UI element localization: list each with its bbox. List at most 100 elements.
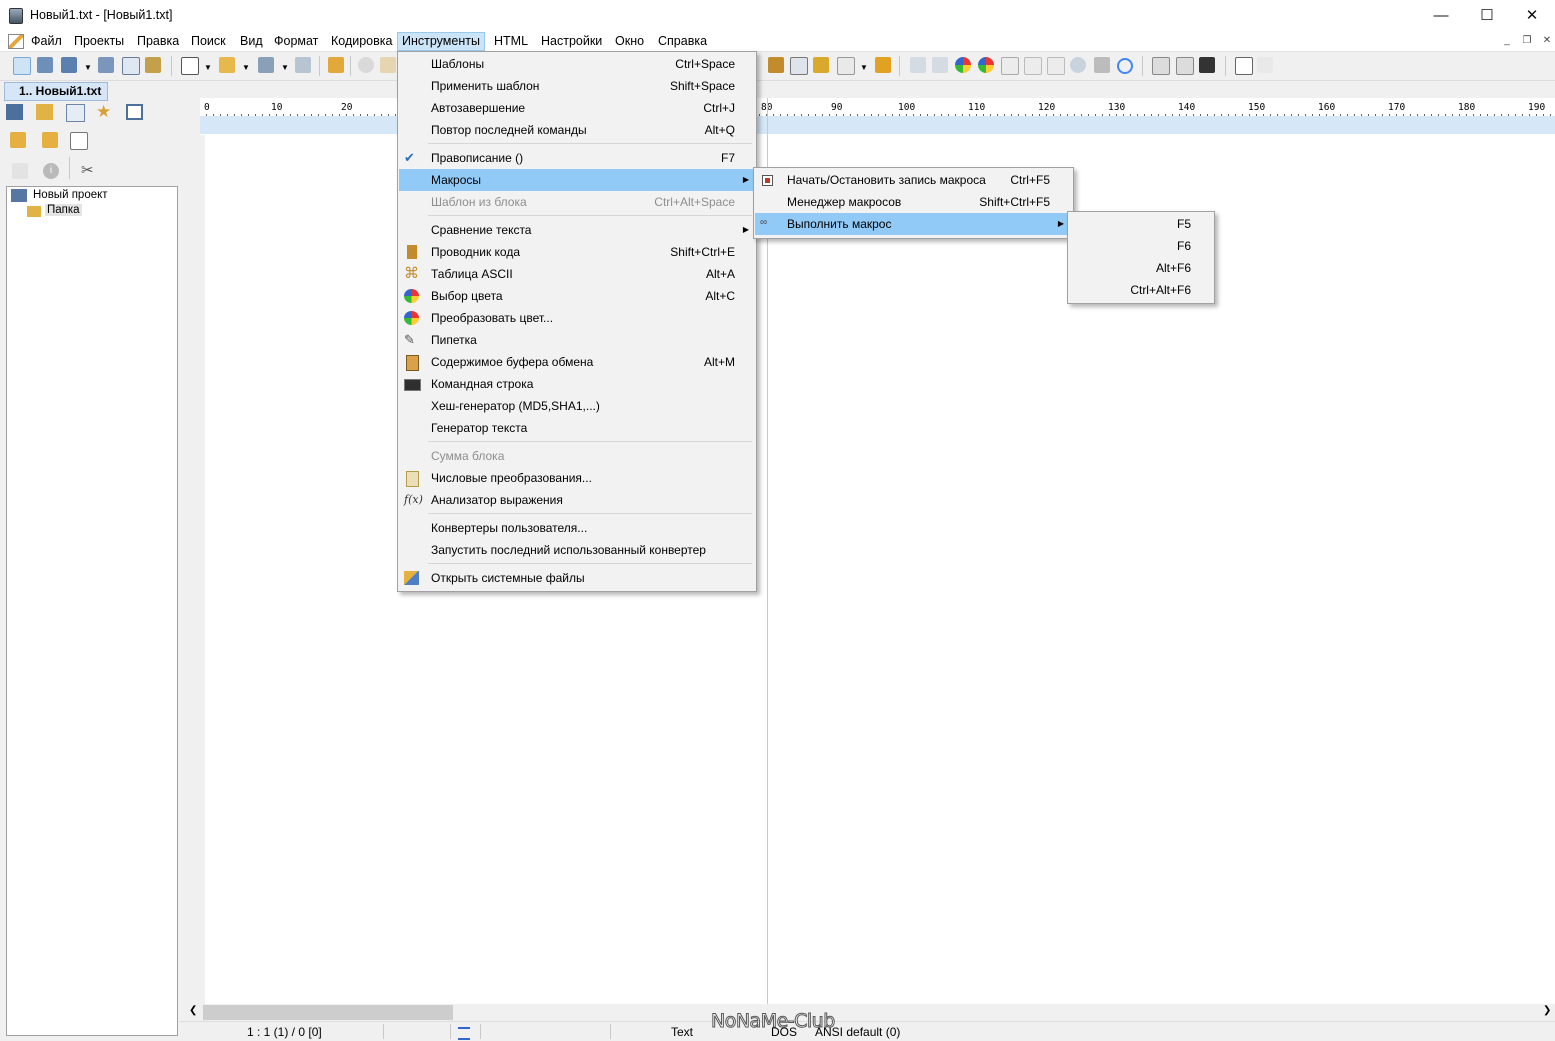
tag-icon[interactable] — [1047, 57, 1065, 75]
add-file-icon[interactable] — [12, 163, 28, 179]
menu-search[interactable]: Поиск — [187, 33, 230, 50]
windows-tab-icon[interactable] — [126, 104, 143, 120]
web-icon[interactable] — [1070, 57, 1086, 73]
maximize-button[interactable]: ☐ — [1464, 0, 1510, 31]
new-file-icon[interactable] — [181, 57, 199, 75]
code-tree-icon[interactable] — [328, 57, 344, 73]
menu-item-user-converters[interactable]: Конвертеры пользователя... — [399, 517, 755, 539]
minimize-button[interactable]: — — [1418, 0, 1464, 31]
open-file-icon[interactable] — [219, 57, 235, 73]
favorites-tab-icon[interactable]: ★ — [96, 103, 113, 120]
record-macro-tb-icon[interactable] — [1235, 57, 1253, 75]
open-project-icon[interactable] — [37, 57, 53, 73]
tools-icon[interactable]: ✂ — [81, 163, 97, 179]
html-to-text-icon[interactable] — [1001, 57, 1019, 75]
menu-format[interactable]: Формат — [270, 33, 322, 50]
menu-item-ascii-table[interactable]: ⌘ Таблица ASCII Alt+A — [399, 263, 755, 285]
menu-item-macro-manager[interactable]: Менеджер макросов Shift+Ctrl+F5 — [755, 191, 1072, 213]
code-explorer-tb-icon[interactable] — [768, 57, 784, 73]
macro-slot-alt-f6[interactable]: Alt+F6 — [1069, 257, 1213, 279]
indent-icon[interactable] — [910, 57, 926, 73]
save-all-icon[interactable] — [295, 57, 311, 73]
menu-window[interactable]: Окно — [611, 33, 648, 50]
menu-help[interactable]: Справка — [654, 33, 711, 50]
menu-item-macros[interactable]: Макросы ▶ — [399, 169, 755, 191]
macro-slot-ctrl-alt-f6[interactable]: Ctrl+Alt+F6 — [1069, 279, 1213, 301]
pin-icon[interactable] — [875, 57, 891, 73]
add-folder-icon[interactable] — [10, 132, 26, 148]
filter-icon[interactable] — [1094, 57, 1110, 73]
menu-item-color-convert[interactable]: Преобразовать цвет... — [399, 307, 755, 329]
menu-item-text-compare[interactable]: Сравнение текста ▶ — [399, 219, 755, 241]
binary-icon[interactable] — [1176, 57, 1194, 75]
menu-settings[interactable]: Настройки — [537, 33, 606, 50]
open-dropdown-icon[interactable]: ▼ — [242, 63, 250, 72]
menu-item-code-explorer[interactable]: Проводник кода Shift+Ctrl+E — [399, 241, 755, 263]
spell-icon[interactable] — [837, 57, 855, 75]
color-convert-tb-icon[interactable] — [978, 57, 994, 73]
save-icon[interactable] — [258, 57, 274, 73]
columns-icon[interactable] — [790, 57, 808, 75]
scroll-left-icon[interactable]: ❮ — [189, 1005, 197, 1016]
save-project-icon[interactable] — [61, 57, 77, 73]
menu-item-apply-template[interactable]: Применить шаблон Shift+Space — [399, 75, 755, 97]
scrollbar-thumb[interactable] — [203, 1005, 453, 1020]
close-button[interactable]: ✕ — [1509, 0, 1555, 31]
menu-item-number-convert[interactable]: Числовые преобразования... — [399, 467, 755, 489]
menu-item-run-last-converter[interactable]: Запустить последний использованный конве… — [399, 539, 755, 561]
tree-project-label[interactable]: Новый проект — [33, 189, 108, 201]
outdent-icon[interactable] — [932, 57, 948, 73]
explorer-tab-icon[interactable] — [36, 104, 53, 120]
menu-item-templates[interactable]: Шаблоны Ctrl+Space — [399, 53, 755, 75]
menu-item-color-picker[interactable]: Выбор цвета Alt+C — [399, 285, 755, 307]
new-dropdown-icon[interactable]: ▼ — [204, 63, 212, 72]
run-icon[interactable] — [1152, 57, 1170, 75]
mdi-minimize-icon[interactable]: _ — [1499, 34, 1515, 48]
menu-item-clipboard[interactable]: Содержимое буфера обмена Alt+M — [399, 351, 755, 373]
color-wheel-icon[interactable] — [955, 57, 971, 73]
document-tab[interactable]: 1.. Новый1.txt — [4, 82, 108, 101]
menu-item-text-generator[interactable]: Генератор текста — [399, 417, 755, 439]
log-icon[interactable] — [122, 57, 140, 75]
projects-tab-icon[interactable] — [6, 104, 23, 120]
project-settings-icon[interactable] — [145, 57, 161, 73]
replace-icon[interactable] — [380, 57, 396, 73]
dropdown-arrow-icon[interactable]: ▼ — [84, 63, 92, 72]
print-icon[interactable] — [98, 57, 114, 73]
menu-item-autocomplete[interactable]: Автозавершение Ctrl+J — [399, 97, 755, 119]
save-dropdown-icon[interactable]: ▼ — [281, 63, 289, 72]
info-icon[interactable]: i — [43, 163, 59, 179]
menu-encoding[interactable]: Кодировка — [327, 33, 396, 50]
menu-view[interactable]: Вид — [236, 33, 267, 50]
menu-file[interactable]: Файл — [27, 33, 66, 50]
menu-item-hash-generator[interactable]: Хеш-генератор (MD5,SHA1,...) — [399, 395, 755, 417]
tree-folder-label[interactable]: Папка — [45, 204, 82, 216]
menu-item-command-line[interactable]: Командная строка — [399, 373, 755, 395]
menu-item-repeat-command[interactable]: Повтор последней команды Alt+Q — [399, 119, 755, 141]
macro-slot-f5[interactable]: F5 — [1069, 213, 1213, 235]
mdi-restore-icon[interactable]: ❐ — [1519, 34, 1535, 48]
spell-dropdown-icon[interactable]: ▼ — [860, 63, 868, 72]
rename-folder-icon[interactable] — [70, 132, 88, 150]
menu-projects[interactable]: Проекты — [70, 33, 128, 50]
ftp-tab-icon[interactable] — [66, 104, 85, 122]
scroll-right-icon[interactable]: ❯ — [1543, 1005, 1551, 1016]
menu-item-record-macro[interactable]: Начать/Остановить запись макроса Ctrl+F5 — [755, 169, 1072, 191]
new-project-icon[interactable] — [13, 57, 31, 75]
console-icon[interactable] — [1199, 57, 1215, 73]
google-icon[interactable] — [1117, 58, 1133, 74]
menu-item-expression-analyzer[interactable]: f(x) Анализатор выражения — [399, 489, 755, 511]
lock-icon[interactable] — [813, 57, 829, 73]
macro-slot-f6[interactable]: F6 — [1069, 235, 1213, 257]
menu-item-spellcheck[interactable]: ✔ Правописание () F7 — [399, 147, 755, 169]
mdi-close-icon[interactable]: ✕ — [1539, 34, 1555, 48]
play-macro-tb-icon[interactable] — [1257, 57, 1273, 73]
menu-item-pipette[interactable]: ✎ Пипетка — [399, 329, 755, 351]
remove-folder-icon[interactable] — [42, 132, 58, 148]
menu-edit[interactable]: Правка — [133, 33, 183, 50]
menu-item-system-files[interactable]: Открыть системные файлы — [399, 567, 755, 589]
menu-item-run-macro[interactable]: ∞ Выполнить макрос ▶ — [755, 213, 1072, 235]
find-icon[interactable] — [358, 57, 374, 73]
menu-tools[interactable]: Инструменты — [397, 32, 485, 51]
menu-html[interactable]: HTML — [490, 33, 532, 50]
